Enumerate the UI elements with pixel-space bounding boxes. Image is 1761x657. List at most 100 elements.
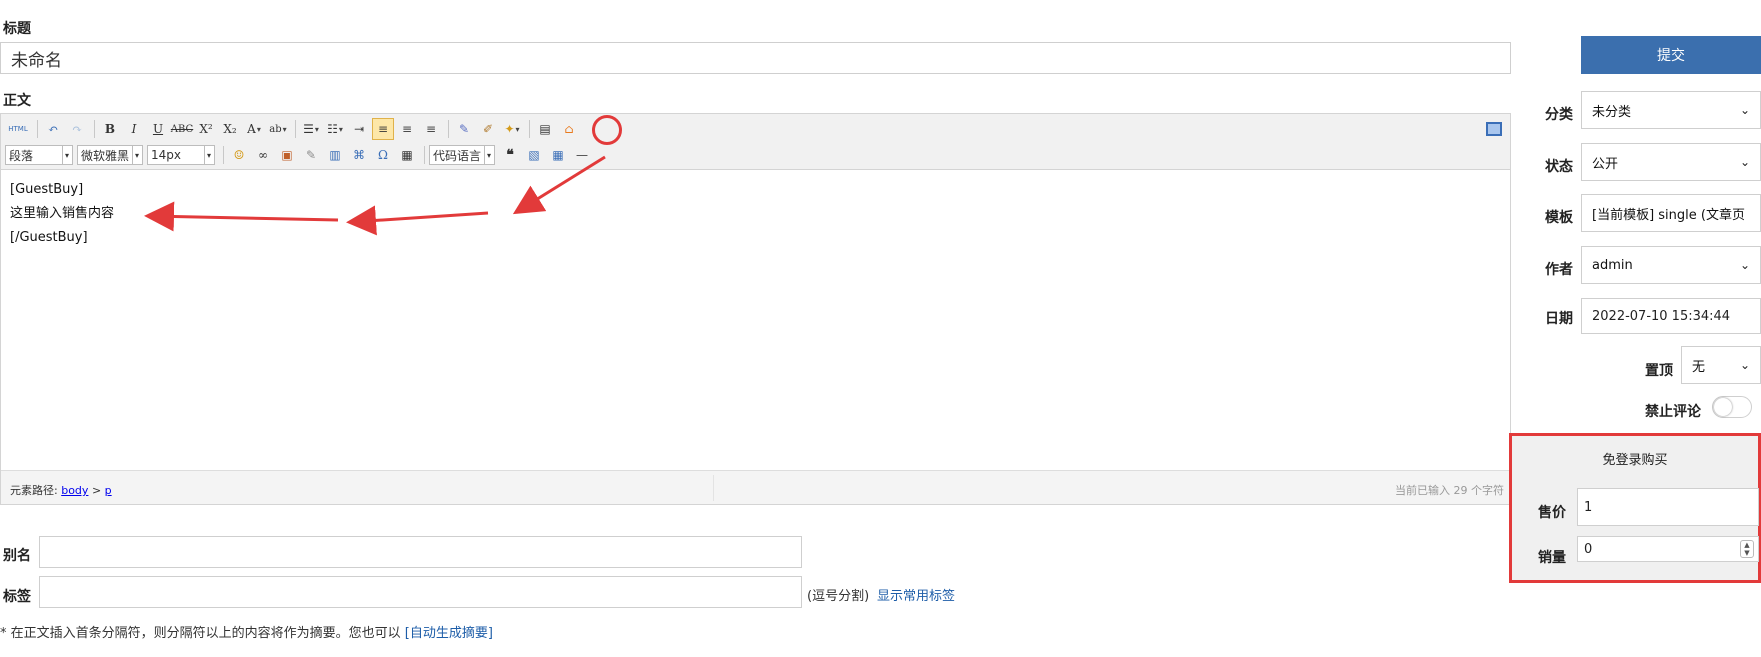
- alias-label: 别名: [3, 548, 31, 564]
- summary-note-text: * 在正文插入首条分隔符，则分隔符以上的内容将作为摘要。您也可以: [0, 626, 401, 641]
- date-value: 2022-07-10 15:34:44: [1592, 308, 1731, 324]
- sales-value: 0: [1584, 541, 1593, 557]
- font-color-icon[interactable]: A: [243, 118, 265, 140]
- toggle-knob: [1714, 398, 1732, 416]
- video-icon[interactable]: ▥: [324, 144, 346, 166]
- scrawl-icon[interactable]: ✎: [300, 144, 322, 166]
- align-right-icon[interactable]: ≡: [420, 118, 442, 140]
- ordered-list-icon[interactable]: ☰: [300, 118, 322, 140]
- alias-input[interactable]: [39, 536, 802, 568]
- show-common-tags-link[interactable]: 显示常用标签: [877, 585, 955, 604]
- template-label: 模板: [1545, 210, 1573, 226]
- toolbar-separator: [295, 120, 296, 138]
- auto-summary-link[interactable]: [自动生成摘要]: [405, 626, 493, 641]
- word-image-icon[interactable]: ▧: [523, 144, 545, 166]
- html-source-button[interactable]: HTML: [5, 118, 31, 140]
- submit-button[interactable]: 提交: [1581, 36, 1761, 74]
- category-select[interactable]: 未分类 ⌄: [1581, 91, 1761, 129]
- indent-icon[interactable]: ⇥: [348, 118, 370, 140]
- redo-icon[interactable]: ↷: [66, 118, 88, 140]
- body-label: 正文: [3, 93, 31, 109]
- content-line: [/GuestBuy]: [10, 230, 88, 245]
- horizontal-rule-icon[interactable]: —: [571, 144, 593, 166]
- title-label: 标题: [3, 21, 31, 37]
- path-link-p[interactable]: p: [105, 484, 112, 497]
- table-icon[interactable]: ▦: [547, 144, 569, 166]
- editor-content-area[interactable]: [GuestBuy] 这里输入销售内容 [/GuestBuy]: [1, 170, 1510, 474]
- image-icon[interactable]: ▣: [276, 144, 298, 166]
- highlight-color-icon[interactable]: ab: [267, 118, 289, 140]
- toolbar-row-2: 段落 ▾ 微软雅黑 ▾ 14px ▾ ☺ ∞ ▣ ✎ ▥ ⌘ Ω ▦ 代码语言 ▾ ❝ …: [5, 143, 595, 167]
- chevron-down-icon: ⌄: [1739, 103, 1750, 117]
- title-input[interactable]: 未命名: [0, 42, 1511, 74]
- image-gallery-icon[interactable]: ▦: [396, 144, 418, 166]
- price-input[interactable]: 1: [1577, 488, 1759, 526]
- price-value: 1: [1584, 499, 1593, 515]
- align-center-icon[interactable]: ≡: [396, 118, 418, 140]
- price-label: 售价: [1538, 505, 1566, 521]
- shopping-basket-icon[interactable]: ⌂: [558, 118, 580, 140]
- sales-input[interactable]: 0 ▲ ▼: [1577, 536, 1759, 562]
- link-icon[interactable]: ∞: [252, 144, 274, 166]
- chevron-down-icon: ▾: [203, 146, 211, 164]
- format-brush-icon[interactable]: ✐: [477, 118, 499, 140]
- statusbar-divider: [713, 475, 714, 501]
- template-value: [当前模板] single (文章页: [1592, 207, 1745, 223]
- date-label: 日期: [1545, 311, 1573, 327]
- path-link-body[interactable]: body: [61, 484, 88, 497]
- date-input[interactable]: 2022-07-10 15:34:44: [1581, 298, 1761, 334]
- code-language-select[interactable]: 代码语言 ▾: [429, 145, 495, 165]
- template-icon[interactable]: ▤: [534, 118, 556, 140]
- status-label: 状态: [1545, 159, 1573, 175]
- strikethrough-icon[interactable]: ABC: [171, 118, 193, 140]
- toolbar-row-1: HTML ↶ ↷ B I U ABC X² X₂ A ab ☰ ☷ ⇥ ≡ ≡ …: [5, 117, 582, 141]
- editor-statusbar: 元素路径: body > p 当前已输入 29 个字符: [1, 470, 1510, 504]
- chevron-down-icon: ⌄: [1739, 155, 1750, 169]
- summary-note: * 在正文插入首条分隔符，则分隔符以上的内容将作为摘要。您也可以 [自动生成摘要…: [0, 622, 493, 641]
- font-size-select[interactable]: 14px ▾: [147, 145, 215, 165]
- element-path-prefix: 元素路径:: [10, 484, 58, 497]
- attachment-icon[interactable]: ⌘: [348, 144, 370, 166]
- no-comment-toggle[interactable]: [1712, 396, 1752, 418]
- guestbuy-title: 免登录购买: [1602, 453, 1668, 468]
- toolbar-separator: [424, 146, 425, 164]
- bold-icon[interactable]: B: [99, 118, 121, 140]
- char-count: 当前已输入 29 个字符: [1395, 484, 1504, 497]
- toolbar-separator: [37, 120, 38, 138]
- emoticon-icon[interactable]: ☺: [228, 144, 250, 166]
- paragraph-format-value: 段落: [9, 148, 34, 163]
- highlight-circle: [592, 115, 622, 145]
- subscript-icon[interactable]: X₂: [219, 118, 241, 140]
- italic-icon[interactable]: I: [123, 118, 145, 140]
- category-value: 未分类: [1592, 104, 1632, 120]
- font-family-select[interactable]: 微软雅黑 ▾: [77, 145, 143, 165]
- fullscreen-icon[interactable]: [1486, 122, 1502, 136]
- paragraph-format-select[interactable]: 段落 ▾: [5, 145, 73, 165]
- toolbar-separator: [94, 120, 95, 138]
- superscript-icon[interactable]: X²: [195, 118, 217, 140]
- template-select[interactable]: [当前模板] single (文章页: [1581, 194, 1761, 232]
- pin-value: 无: [1692, 359, 1706, 375]
- tags-hint: (逗号分割): [807, 589, 870, 604]
- author-select[interactable]: admin ⌄: [1581, 246, 1761, 284]
- special-char-icon[interactable]: Ω: [372, 144, 394, 166]
- path-separator: >: [91, 484, 102, 497]
- align-left-icon[interactable]: ≡: [372, 118, 394, 140]
- status-select[interactable]: 公开 ⌄: [1581, 143, 1761, 181]
- blockquote-icon[interactable]: ❝: [499, 144, 521, 166]
- number-stepper-icon[interactable]: ▲ ▼: [1740, 540, 1754, 558]
- tags-input[interactable]: [39, 576, 802, 608]
- pin-select[interactable]: 无 ⌄: [1681, 346, 1761, 384]
- chevron-down-icon: ⌄: [1739, 358, 1750, 372]
- eraser-icon[interactable]: ✎: [453, 118, 475, 140]
- magic-wand-icon[interactable]: ✦: [501, 118, 523, 140]
- tags-label: 标签: [3, 589, 31, 605]
- font-size-value: 14px: [151, 148, 181, 162]
- undo-icon[interactable]: ↶: [42, 118, 64, 140]
- title-input-value: 未命名: [11, 50, 62, 71]
- code-language-value: 代码语言: [433, 148, 482, 163]
- no-comment-label: 禁止评论: [1645, 404, 1701, 420]
- chevron-down-icon: ▾: [61, 146, 69, 164]
- underline-icon[interactable]: U: [147, 118, 169, 140]
- unordered-list-icon[interactable]: ☷: [324, 118, 346, 140]
